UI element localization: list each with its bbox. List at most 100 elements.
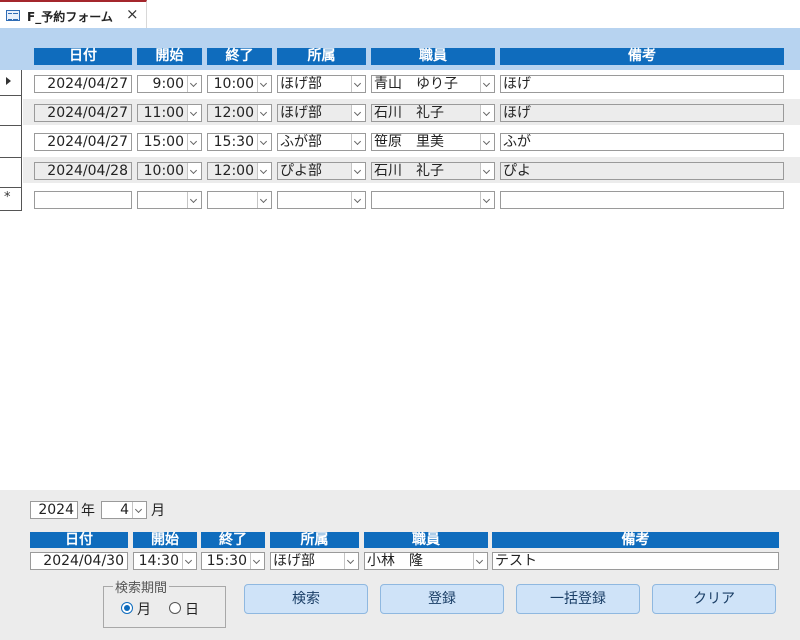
register-button[interactable]: 登録 [380,584,504,614]
entry-header-date: 日付 [30,532,128,548]
row-start-combo[interactable]: 10:00 [137,162,202,180]
chevron-down-icon[interactable] [182,553,196,569]
chevron-down-icon[interactable] [132,502,146,518]
search-period-label: 検索期間 [113,577,170,596]
column-header-note: 備考 [500,48,784,65]
chevron-down-icon[interactable] [480,105,494,121]
year-field[interactable]: 2024 [30,501,78,519]
row-note-field[interactable]: ぴよ [500,162,784,180]
chevron-down-icon[interactable] [480,163,494,179]
record-selector[interactable] [0,126,22,158]
record-selector-current[interactable] [0,70,22,96]
row-date-field[interactable]: 2024/04/27 [34,75,132,93]
combo-value: ふが部 [280,134,322,150]
record-selector[interactable] [0,158,22,188]
chevron-down-icon[interactable] [187,163,201,179]
chevron-down-icon[interactable] [187,192,201,208]
chevron-down-icon[interactable] [257,105,271,121]
combo-value: ぴよ部 [280,163,322,179]
row-staff-combo[interactable]: 笹原 里美 [371,133,495,151]
search-button[interactable]: 検索 [244,584,368,614]
new-dept-combo[interactable] [277,191,366,209]
chevron-down-icon[interactable] [480,192,494,208]
combo-value: ほげ部 [280,105,322,121]
entry-end-combo[interactable]: 15:30 [201,552,265,570]
chevron-down-icon[interactable] [351,105,365,121]
row-dept-combo[interactable]: ぴよ部 [277,162,366,180]
column-header-dept: 所属 [277,48,366,65]
row-date-field[interactable]: 2024/04/27 [34,104,132,122]
document-tab-bar: F_予約フォーム × [0,0,800,29]
row-date-field[interactable]: 2024/04/27 [34,133,132,151]
radio-day[interactable] [169,602,181,614]
entry-header-staff: 職員 [364,532,488,548]
chevron-down-icon[interactable] [257,134,271,150]
chevron-down-icon[interactable] [351,192,365,208]
combo-value: 11:00 [143,105,184,121]
entry-dept-combo[interactable]: ほげ部 [270,552,359,570]
combo-value: ほげ部 [280,76,322,92]
new-end-combo[interactable] [207,191,272,209]
combo-value: 石川 礼子 [374,163,444,179]
chevron-down-icon[interactable] [187,134,201,150]
row-start-combo[interactable]: 11:00 [137,104,202,122]
chevron-down-icon[interactable] [473,553,487,569]
bulk-register-button[interactable]: 一括登録 [516,584,640,614]
chevron-down-icon[interactable] [187,76,201,92]
radio-month-label: 月 [137,602,151,618]
record-selector[interactable] [0,96,22,126]
chevron-down-icon[interactable] [257,192,271,208]
combo-value: 笹原 里美 [374,134,444,150]
row-note-field[interactable]: ほげ [500,104,784,122]
combo-value: 石川 礼子 [374,105,444,121]
row-end-combo[interactable]: 12:00 [207,162,272,180]
chevron-down-icon[interactable] [257,76,271,92]
row-dept-combo[interactable]: ほげ部 [277,104,366,122]
row-note-field[interactable]: ほげ [500,75,784,93]
chevron-down-icon[interactable] [480,134,494,150]
entry-date-field[interactable]: 2024/04/30 [30,552,128,570]
combo-value: 10:00 [213,76,254,92]
record-selector-new[interactable]: * [0,188,22,211]
row-dept-combo[interactable]: ふが部 [277,133,366,151]
row-staff-combo[interactable]: 石川 礼子 [371,162,495,180]
chevron-down-icon[interactable] [257,163,271,179]
current-record-icon [6,77,11,85]
chevron-down-icon[interactable] [351,76,365,92]
combo-value: 10:00 [143,163,184,179]
entry-note-field[interactable]: テスト [492,552,779,570]
row-dept-combo[interactable]: ほげ部 [277,75,366,93]
chevron-down-icon[interactable] [250,553,264,569]
chevron-down-icon[interactable] [351,134,365,150]
entry-start-combo[interactable]: 14:30 [133,552,197,570]
close-icon[interactable]: × [126,5,139,23]
combo-value: 15:00 [143,134,184,150]
row-staff-combo[interactable]: 青山 ゆり子 [371,75,495,93]
row-note-field[interactable]: ふが [500,133,784,151]
new-staff-combo[interactable] [371,191,495,209]
year-label: 年 [81,503,95,519]
entry-header-dept: 所属 [270,532,359,548]
row-start-combo[interactable]: 15:00 [137,133,202,151]
new-note-field[interactable] [500,191,784,209]
new-start-combo[interactable] [137,191,202,209]
row-end-combo[interactable]: 10:00 [207,75,272,93]
row-start-combo[interactable]: 9:00 [137,75,202,93]
entry-header-note: 備考 [492,532,779,548]
month-combo[interactable]: 4 [101,501,147,519]
new-date-field[interactable] [34,191,132,209]
row-date-field[interactable]: 2024/04/28 [34,162,132,180]
entry-header-end: 終了 [201,532,265,548]
radio-month[interactable] [121,602,133,614]
entry-staff-combo[interactable]: 小林 隆 [364,552,488,570]
clear-button[interactable]: クリア [652,584,776,614]
row-end-combo[interactable]: 15:30 [207,133,272,151]
chevron-down-icon[interactable] [480,76,494,92]
chevron-down-icon[interactable] [344,553,358,569]
chevron-down-icon[interactable] [351,163,365,179]
chevron-down-icon[interactable] [187,105,201,121]
row-staff-combo[interactable]: 石川 礼子 [371,104,495,122]
combo-value: 青山 ゆり子 [374,76,458,92]
form-tab[interactable]: F_予約フォーム × [0,0,147,28]
row-end-combo[interactable]: 12:00 [207,104,272,122]
